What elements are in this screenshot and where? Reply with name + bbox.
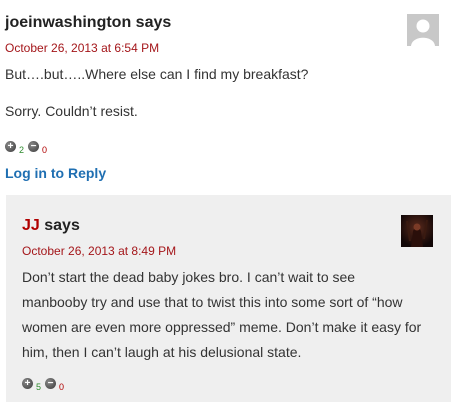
default-avatar-icon: [407, 14, 439, 46]
reply-text-line: manbooby try and use that to twist this …: [22, 294, 403, 310]
vote-down-count: 0: [59, 381, 65, 392]
plus-circle-icon[interactable]: +: [5, 141, 16, 152]
vote-up-count: 5: [36, 381, 42, 392]
comment-says-label: says: [135, 14, 172, 31]
reply-text-line: him, then I can’t laugh at his delusiona…: [22, 344, 302, 360]
log-in-to-reply-link[interactable]: Log in to Reply: [5, 165, 106, 181]
reply-date-link[interactable]: October 26, 2013 at 8:49 PM: [22, 244, 176, 258]
comment-date-link[interactable]: October 26, 2013 at 6:54 PM: [5, 41, 159, 55]
comment-reply-jj: JJ says October 26, 2013 at 8:49 PM Don’…: [6, 195, 451, 402]
plus-circle-icon[interactable]: +: [22, 378, 33, 389]
user-avatar: [401, 215, 433, 247]
comment-votes: + 2 − 0: [5, 141, 51, 155]
vote-up-count: 2: [19, 144, 25, 155]
reply-says-label: says: [44, 217, 80, 234]
reply-author-name[interactable]: JJ: [22, 217, 40, 234]
reply-votes: + 5 − 0: [22, 378, 68, 392]
reply-text-line: Don’t start the dead baby jokes bro. I c…: [22, 269, 356, 285]
comment-author-name: joeinwashington: [5, 14, 132, 31]
comment-text-2: Sorry. Couldn’t resist.: [5, 103, 138, 119]
reply-author-line: JJ says: [22, 217, 80, 235]
vote-down-count: 0: [42, 144, 48, 155]
reply-text: Don’t start the dead baby jokes bro. I c…: [22, 265, 447, 365]
comment-text-1: But….but…..Where else can I find my brea…: [5, 66, 309, 82]
comment-joeinwashington: joeinwashington says October 26, 2013 at…: [0, 0, 451, 190]
comment-author-line: joeinwashington says: [5, 14, 171, 32]
minus-circle-icon[interactable]: −: [45, 378, 57, 389]
reply-text-line: women are even more oppressed” meme. Don…: [22, 319, 422, 335]
minus-circle-icon[interactable]: −: [28, 141, 40, 152]
